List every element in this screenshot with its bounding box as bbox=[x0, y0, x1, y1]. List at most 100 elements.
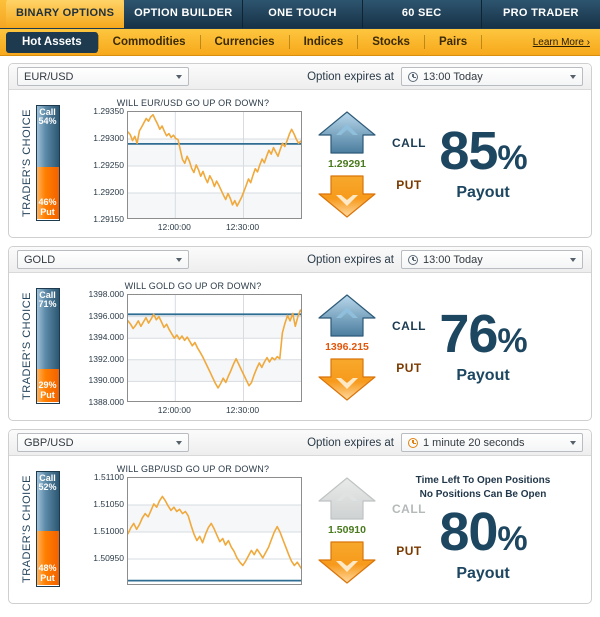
payout-panel: 76% Payout bbox=[387, 279, 591, 412]
trade-direction-buttons: CALL 1396.215 PUT bbox=[307, 279, 426, 412]
call-button[interactable]: CALL bbox=[316, 110, 426, 156]
tab-60-sec[interactable]: 60 SEC bbox=[362, 0, 482, 28]
traders-choice-label: TRADER'S CHOICE bbox=[20, 474, 33, 583]
put-button[interactable]: PUT bbox=[316, 173, 421, 219]
chart-y-tick: 1.51050 bbox=[93, 499, 124, 509]
trading-platform: BINARY OPTIONS OPTION BUILDER ONE TOUCH … bbox=[0, 0, 600, 617]
asset-card-header: GBP/USD Option expires at 1 minute 20 se… bbox=[9, 430, 591, 456]
asset-card-body: TRADER'S CHOICE Call 54% 46% Put WILL EU… bbox=[9, 90, 591, 237]
chart-y-axis: 1.51100 1.51050 1.51000 1.50950 bbox=[71, 472, 127, 585]
subnav-item-hot-assets[interactable]: Hot Assets bbox=[6, 31, 98, 53]
chevron-down-icon bbox=[570, 440, 576, 445]
expiry-select[interactable]: 13:00 Today bbox=[401, 250, 583, 269]
chart-y-tick: 1.51100 bbox=[93, 472, 124, 482]
subnav-item-pairs[interactable]: Pairs bbox=[425, 32, 481, 53]
traders-choice-put-word: Put bbox=[40, 206, 55, 217]
asset-select-value: GOLD bbox=[24, 253, 56, 266]
chevron-down-icon bbox=[176, 257, 182, 262]
payout-notice: Time Left To Open Positions No Positions … bbox=[416, 474, 551, 502]
put-button-label: PUT bbox=[396, 178, 422, 192]
asset-card-header: GOLD Option expires at 13:00 Today bbox=[9, 247, 591, 273]
traders-choice: TRADER'S CHOICE Call 54% 46% Put bbox=[9, 96, 71, 229]
traders-choice-label: TRADER'S CHOICE bbox=[20, 108, 33, 217]
payout-notice-line: No Positions Can Be Open bbox=[419, 489, 547, 500]
asset-select-value: EUR/USD bbox=[24, 70, 74, 83]
payout-percentage: 85% bbox=[439, 121, 527, 181]
chart-y-tick: 1390.000 bbox=[88, 375, 124, 386]
expires-label: Option expires at bbox=[307, 436, 394, 449]
subnav-item-currencies[interactable]: Currencies bbox=[201, 32, 289, 53]
chart-row: 1398.000 1396.000 1394.000 1392.000 1390.000… bbox=[71, 289, 307, 407]
learn-more-link[interactable]: Learn More › bbox=[533, 37, 600, 48]
expiry-select[interactable]: 1 minute 20 seconds bbox=[401, 433, 583, 452]
call-button[interactable]: CALL bbox=[316, 293, 426, 339]
trade-direction-buttons: CALL 1.29291 PUT bbox=[307, 96, 426, 229]
payout-percent-symbol: % bbox=[497, 139, 527, 177]
asset-select[interactable]: GOLD bbox=[17, 250, 189, 269]
expires-label: Option expires at bbox=[307, 70, 394, 83]
clock-icon bbox=[408, 254, 418, 265]
chevron-down-icon bbox=[570, 74, 576, 79]
price-chart: WILL EUR/USD GO UP OR DOWN? 1.29350 1.293… bbox=[71, 96, 307, 232]
payout-percentage: 76% bbox=[439, 304, 527, 364]
traders-choice-call-pct: 52% bbox=[38, 482, 57, 492]
subnav-item-stocks[interactable]: Stocks bbox=[358, 32, 424, 53]
traders-choice: TRADER'S CHOICE Call 71% 29% Put bbox=[9, 279, 71, 412]
traders-choice-put-segment: 29% Put bbox=[36, 369, 59, 403]
tab-option-builder[interactable]: OPTION BUILDER bbox=[124, 0, 244, 28]
asset-card: GOLD Option expires at 13:00 Today TRADE… bbox=[8, 246, 592, 421]
payout-notice-line: Time Left To Open Positions bbox=[415, 475, 551, 486]
put-button[interactable]: PUT bbox=[316, 356, 421, 402]
put-button-label: PUT bbox=[396, 544, 422, 558]
traders-choice-label: TRADER'S CHOICE bbox=[20, 291, 33, 400]
asset-card: GBP/USD Option expires at 1 minute 20 se… bbox=[8, 429, 592, 604]
chart-y-axis: 1.29350 1.29300 1.29250 1.29200 1.29150 bbox=[71, 106, 127, 224]
asset-select[interactable]: GBP/USD bbox=[17, 433, 189, 452]
payout-caption: Payout bbox=[456, 184, 510, 201]
traders-choice-call-segment: Call 52% bbox=[36, 471, 59, 531]
chart-x-axis bbox=[127, 585, 302, 599]
traders-choice-call-pct: 71% bbox=[38, 299, 57, 309]
expiry-select-value: 13:00 Today bbox=[423, 253, 483, 266]
chart-x-axis: 12:00:00 12:30:00 bbox=[127, 219, 302, 233]
put-button[interactable]: PUT bbox=[316, 539, 421, 585]
expiry-select[interactable]: 13:00 Today bbox=[401, 67, 583, 86]
subnav-item-commodities[interactable]: Commodities bbox=[99, 32, 200, 53]
asset-card: EUR/USD Option expires at 13:00 Today TR… bbox=[8, 63, 592, 238]
call-button-label: CALL bbox=[392, 136, 426, 150]
chart-x-tick: 12:30:00 bbox=[225, 405, 260, 415]
current-price: 1396.215 bbox=[325, 341, 369, 353]
traders-choice-put-segment: 48% Put bbox=[36, 530, 59, 586]
chart-y-tick: 1.29200 bbox=[93, 187, 124, 197]
payout-percent-symbol: % bbox=[497, 520, 527, 558]
current-price: 1.29291 bbox=[328, 158, 366, 170]
payout-panel: Time Left To Open Positions No Positions … bbox=[387, 462, 591, 595]
clock-icon bbox=[408, 437, 418, 448]
chart-x-axis: 12:00:00 12:30:00 bbox=[127, 402, 302, 416]
payout-percentage: 80% bbox=[439, 502, 527, 562]
call-button: CALL bbox=[316, 476, 426, 522]
chart-y-tick: 1.29350 bbox=[93, 106, 124, 116]
chart-y-tick: 1.50950 bbox=[93, 553, 124, 563]
chart-y-tick: 1388.000 bbox=[88, 397, 124, 407]
chart-y-tick: 1.51000 bbox=[93, 526, 124, 536]
expiry-select-value: 13:00 Today bbox=[423, 70, 483, 83]
traders-choice-call-segment: Call 71% bbox=[36, 288, 59, 370]
chart-y-tick: 1.29300 bbox=[93, 133, 124, 143]
asset-card-body: TRADER'S CHOICE Call 71% 29% Put WILL GO… bbox=[9, 273, 591, 420]
tab-one-touch[interactable]: ONE TOUCH bbox=[243, 0, 363, 28]
traders-choice-put-word: Put bbox=[40, 572, 55, 583]
asset-select[interactable]: EUR/USD bbox=[17, 67, 189, 86]
chart-y-tick: 1.29150 bbox=[93, 214, 124, 224]
subnav-item-indices[interactable]: Indices bbox=[290, 32, 358, 53]
chart-plot-area bbox=[127, 111, 302, 219]
subnav-separator bbox=[481, 35, 483, 49]
call-button-label: CALL bbox=[392, 502, 426, 516]
price-chart: WILL GBP/USD GO UP OR DOWN? 1.51100 1.510… bbox=[71, 462, 307, 595]
traders-choice-call-pct: 54% bbox=[38, 116, 57, 126]
tab-binary-options[interactable]: BINARY OPTIONS bbox=[6, 0, 125, 28]
traders-choice-bar: Call 52% 48% Put bbox=[35, 470, 60, 587]
tab-pro-trader[interactable]: PRO TRADER bbox=[481, 0, 600, 28]
chevron-down-icon bbox=[176, 74, 182, 79]
chart-x-tick: 12:00:00 bbox=[157, 405, 191, 415]
